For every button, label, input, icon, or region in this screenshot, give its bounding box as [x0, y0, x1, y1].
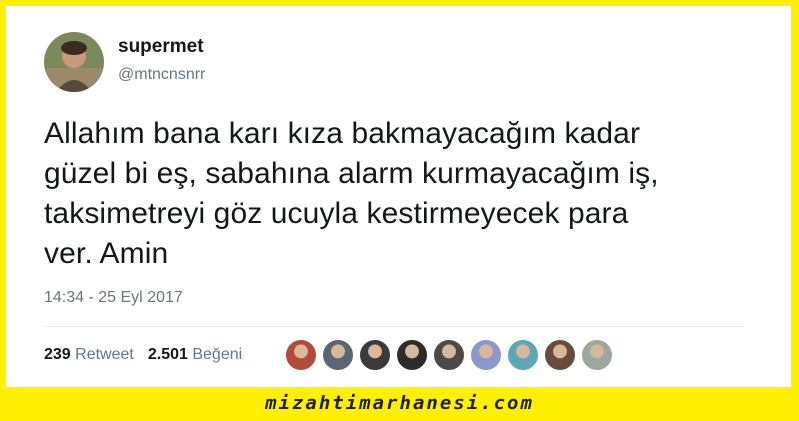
profile-avatar[interactable]: [44, 32, 104, 92]
tweet-card: supermet @mtncnsnrr Allahım bana karı kı…: [6, 6, 791, 387]
watermark-text: mizahtimarhanesi.com: [265, 392, 534, 414]
engagement-stats: 239 Retweet 2.501 Beğeni: [44, 346, 242, 364]
user-avatar-icon[interactable]: [580, 338, 614, 372]
user-avatar-icon[interactable]: [358, 338, 392, 372]
retweet-label: Retweet: [75, 346, 134, 363]
display-name[interactable]: supermet: [118, 36, 204, 58]
user-avatar-icon[interactable]: [432, 338, 466, 372]
tweet-text-line: Allahım bana karı kıza bakmayacağım kada…: [44, 117, 641, 150]
user-avatar-icon[interactable]: [284, 338, 318, 372]
tweet-text-line: güzel bi eş, sabahına alarm kurmayacağım…: [44, 157, 659, 190]
user-avatar-icon[interactable]: [543, 338, 577, 372]
tweet-text-line: taksimetreyi göz ucuyla kestirmeyecek pa…: [44, 197, 629, 230]
user-handle[interactable]: @mtncnsnrr: [118, 66, 205, 84]
user-avatar-icon[interactable]: [321, 338, 355, 372]
user-avatar-icon[interactable]: [506, 338, 540, 372]
tweet-timestamp[interactable]: 14:34 - 25 Eyl 2017: [44, 289, 183, 307]
retweet-stat[interactable]: 239 Retweet: [44, 346, 134, 363]
user-avatar-icon[interactable]: [469, 338, 503, 372]
tweet-text-line: ver. Amin: [44, 237, 169, 270]
divider: [44, 326, 744, 327]
user-avatar-icon[interactable]: [395, 338, 429, 372]
like-stat[interactable]: 2.501 Beğeni: [148, 346, 242, 363]
like-count: 2.501: [147, 346, 188, 363]
tweet-text: Allahım bana karı kıza bakmayacağım kada…: [44, 114, 764, 274]
like-label: Beğeni: [192, 346, 243, 363]
retweet-count: 239: [44, 346, 71, 363]
liker-avatars: [284, 338, 617, 372]
